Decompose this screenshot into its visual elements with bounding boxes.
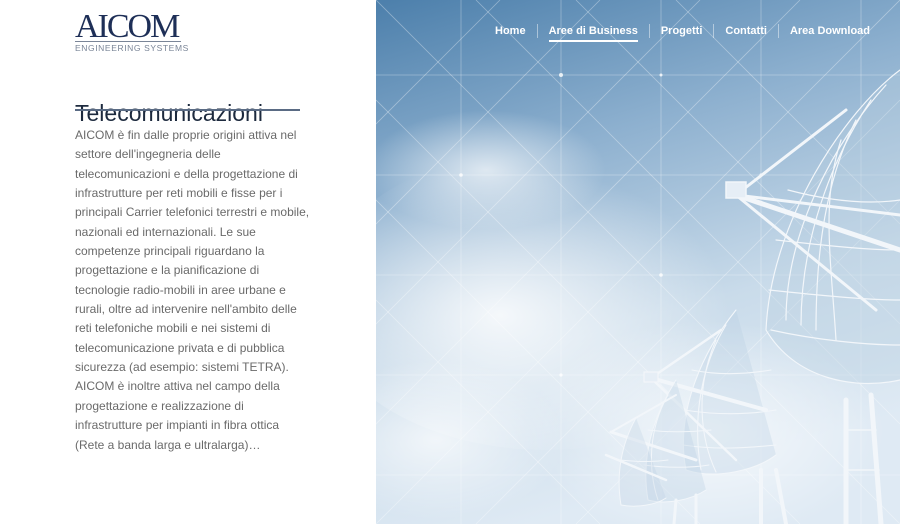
body-line: AICOM è inoltre attiva nel campo della	[75, 379, 280, 394]
satellite-dish-icon	[376, 0, 900, 524]
body-line: telecomunicazione privata e di pubblica	[75, 340, 285, 355]
body-line: settore dell'ingegneria delle	[75, 147, 221, 162]
main-nav: Home Aree di Business Progetti Contatti Area…	[484, 24, 881, 42]
body-line: tecnologie radio-mobili in aree urbane e	[75, 282, 286, 297]
body-line: (Rete a banda larga e ultralarga)…	[75, 437, 261, 452]
page-title: Telecomunicazioni	[75, 100, 263, 127]
body-line: principali Carrier telefonici terrestri …	[75, 205, 310, 220]
nav-item-home[interactable]: Home	[484, 24, 537, 38]
hero-image	[376, 0, 900, 524]
body-line: infrastrutture per impianti in fibra ott…	[75, 418, 280, 433]
nav-item-area-download[interactable]: Area Download	[779, 24, 881, 38]
body-line: rurali, oltre ad intervenire nell'ambito…	[75, 302, 297, 317]
description-text: AICOM è fin dalle proprie origini attiva…	[75, 126, 310, 455]
aicom-logo[interactable]: AICOM ENGINEERING SYSTEMS	[75, 8, 188, 54]
body-line: sicurezza (ad esempio: sistemi TETRA).	[75, 360, 289, 375]
logo-wordmark: AICOM	[75, 8, 180, 45]
nav-item-progetti[interactable]: Progetti	[650, 24, 714, 38]
body-line: AICOM è fin dalle proprie origini attiva…	[75, 128, 297, 142]
body-line: reti telefoniche mobili e nei sistemi di	[75, 321, 271, 336]
body-line: competenze principali riguardano la	[75, 244, 265, 259]
body-line: nazionali ed internazionali. Le sue	[75, 224, 256, 239]
body-line: infrastrutture per reti mobili e fisse p…	[75, 186, 283, 201]
title-underline	[75, 109, 300, 111]
content-panel: AICOM ENGINEERING SYSTEMS Telecomunicazi…	[0, 0, 376, 524]
body-line: telecomunicazioni e della progettazione …	[75, 166, 298, 181]
body-line: progettazione e la pianificazione di	[75, 263, 260, 278]
nav-item-contatti[interactable]: Contatti	[714, 24, 778, 38]
logo-tagline: ENGINEERING SYSTEMS	[75, 41, 189, 53]
body-line: progettazione e realizzazione di	[75, 398, 244, 413]
nav-item-aree-di-business[interactable]: Aree di Business	[538, 24, 649, 42]
